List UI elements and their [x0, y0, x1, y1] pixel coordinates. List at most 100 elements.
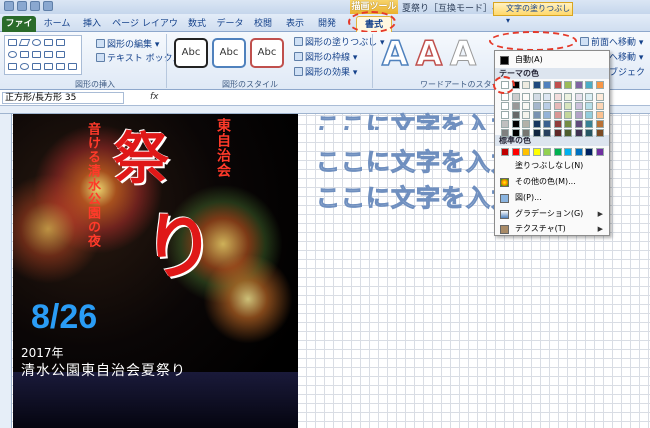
theme-color-swatch[interactable] [595, 102, 604, 110]
theme-color-swatch[interactable] [595, 93, 604, 101]
theme-color-swatch[interactable] [501, 102, 509, 110]
redo-icon[interactable] [30, 1, 40, 11]
theme-color-swatch[interactable] [574, 102, 583, 110]
shape-gallery[interactable] [4, 35, 82, 75]
standard-color-swatch[interactable] [532, 148, 541, 156]
theme-color-swatch[interactable] [574, 129, 583, 137]
theme-color-swatch[interactable] [564, 111, 572, 119]
theme-color-swatch[interactable] [574, 111, 583, 119]
undo-icon[interactable] [17, 1, 27, 11]
theme-color-swatch[interactable] [543, 93, 551, 101]
theme-color-swatch[interactable] [585, 102, 593, 110]
tab-file[interactable]: ファイル [2, 16, 36, 45]
theme-color-swatch[interactable] [564, 120, 572, 128]
shape-style-3[interactable]: Abc [250, 38, 284, 68]
theme-color-swatch[interactable] [553, 129, 562, 137]
theme-color-swatch[interactable] [553, 102, 562, 110]
standard-color-swatch[interactable] [543, 148, 551, 156]
menu-item-picture[interactable]: 図(P)... [495, 191, 609, 205]
theme-color-swatch[interactable] [553, 120, 562, 128]
standard-color-swatch[interactable] [574, 148, 583, 156]
theme-color-swatch[interactable] [522, 120, 530, 128]
theme-color-swatch[interactable] [574, 93, 583, 101]
wordart-style-3[interactable]: A [448, 35, 478, 74]
theme-color-swatch[interactable] [511, 120, 520, 128]
fx-icon[interactable]: fx [150, 92, 159, 102]
menu-item-auto[interactable]: 自動(A) [495, 53, 609, 67]
tab-data[interactable]: データ [216, 16, 244, 32]
text-fill-button[interactable]: 文字の塗りつぶし ▾ [493, 2, 573, 25]
theme-color-swatch[interactable] [522, 102, 530, 110]
theme-color-swatch[interactable] [532, 120, 541, 128]
theme-color-swatch[interactable] [522, 81, 530, 89]
theme-color-swatch[interactable] [532, 93, 541, 101]
theme-color-swatch[interactable] [501, 129, 509, 137]
bring-forward-button[interactable]: 前面へ移動 ▾ [580, 35, 643, 48]
theme-color-swatch[interactable] [511, 129, 520, 137]
theme-color-swatch[interactable] [585, 111, 593, 119]
theme-color-swatch[interactable] [553, 93, 562, 101]
theme-color-swatch[interactable] [532, 129, 541, 137]
standard-color-swatch[interactable] [522, 148, 530, 156]
tab-page-layout[interactable]: ページ レイアウト [110, 16, 180, 45]
theme-color-swatch[interactable] [585, 81, 593, 89]
tab-developer[interactable]: 開発 [314, 16, 340, 32]
theme-color-swatch[interactable] [543, 81, 551, 89]
theme-color-swatch[interactable] [511, 111, 520, 119]
standard-color-swatch[interactable] [564, 148, 572, 156]
theme-color-swatch[interactable] [585, 93, 593, 101]
tab-home[interactable]: ホーム [40, 16, 74, 32]
shape-fill-button[interactable]: 図形の塗りつぶし ▾ [294, 35, 384, 48]
theme-color-swatch[interactable] [532, 102, 541, 110]
tab-review[interactable]: 校閲 [250, 16, 276, 32]
standard-color-swatch[interactable] [501, 148, 509, 156]
theme-color-swatch[interactable] [543, 120, 551, 128]
theme-color-swatch[interactable] [595, 111, 604, 119]
theme-color-swatch[interactable] [564, 81, 572, 89]
tab-insert[interactable]: 挿入 [78, 16, 106, 32]
tab-view[interactable]: 表示 [282, 16, 308, 32]
name-box[interactable]: 正方形/長方形 35 [2, 92, 124, 104]
theme-color-swatch[interactable] [522, 129, 530, 137]
theme-color-swatch[interactable] [511, 93, 520, 101]
theme-color-swatch[interactable] [553, 111, 562, 119]
ghost-text-3[interactable]: ここに文字を入力 [316, 178, 516, 213]
standard-color-swatch[interactable] [553, 148, 562, 156]
theme-color-swatch[interactable] [543, 102, 551, 110]
theme-color-swatch[interactable] [532, 81, 541, 89]
tab-formulas[interactable]: 数式 [184, 16, 210, 32]
theme-color-swatch[interactable] [564, 93, 572, 101]
standard-color-swatch[interactable] [511, 148, 520, 156]
festival-poster[interactable]: 祭 り 東自治会 音ける清水公園の夜 8/26 2017年 清水公園東自治会夏祭… [13, 114, 298, 428]
theme-color-swatch[interactable] [543, 111, 551, 119]
theme-color-swatch[interactable] [595, 129, 604, 137]
theme-color-swatch[interactable] [501, 120, 509, 128]
shape-effects-button[interactable]: 図形の効果 ▾ [294, 65, 357, 78]
menu-item-no-fill[interactable]: 塗りつぶしなし(N) [495, 159, 609, 173]
theme-color-swatch[interactable] [595, 120, 604, 128]
theme-color-swatch[interactable] [522, 93, 530, 101]
theme-color-swatch[interactable] [522, 111, 530, 119]
theme-color-swatch[interactable] [501, 93, 509, 101]
theme-color-swatch[interactable] [553, 81, 562, 89]
ghost-text-1[interactable]: ここに文字を入力 [316, 106, 516, 131]
save-icon[interactable] [4, 1, 14, 11]
theme-color-swatch[interactable] [511, 102, 520, 110]
theme-color-swatch[interactable] [585, 120, 593, 128]
theme-color-swatch[interactable] [564, 102, 572, 110]
print-icon[interactable] [43, 1, 53, 11]
theme-color-swatch[interactable] [501, 111, 509, 119]
menu-item-texture[interactable]: テクスチャ(T) ▶ [495, 222, 609, 236]
theme-color-swatch[interactable] [574, 120, 583, 128]
standard-color-swatch[interactable] [585, 148, 593, 156]
wordart-style-1[interactable]: A [380, 34, 410, 74]
theme-color-swatch[interactable] [585, 129, 593, 137]
ghost-text-2[interactable]: ここに文字を入力 [316, 142, 516, 177]
wordart-style-2[interactable]: A [414, 34, 444, 74]
theme-color-swatch[interactable] [574, 81, 583, 89]
menu-item-gradient[interactable]: グラデーション(G) ▶ [495, 207, 609, 221]
shape-outline-button[interactable]: 図形の枠線 ▾ [294, 50, 357, 63]
theme-color-swatch[interactable] [595, 81, 604, 89]
shape-style-2[interactable]: Abc [212, 38, 246, 68]
theme-color-swatch[interactable] [532, 111, 541, 119]
